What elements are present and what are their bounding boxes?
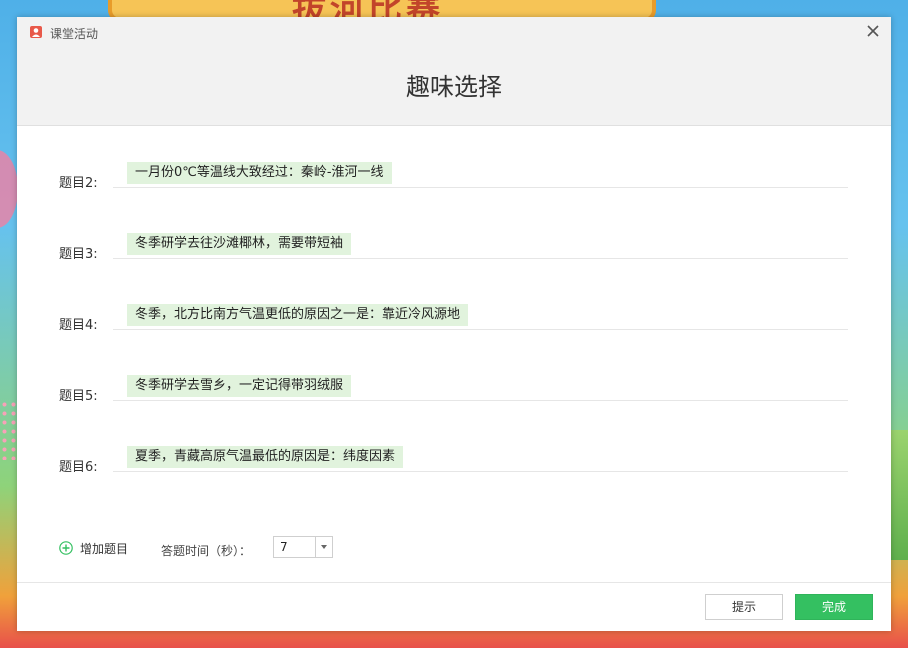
question-divider bbox=[113, 400, 848, 401]
app-title: 课堂活动 bbox=[50, 27, 99, 41]
activity-dialog: 课堂活动 趣味选择 题目1:夏季研学去漠河，必须带棉袄题目2: 一月份0℃等温线大… bbox=[17, 17, 891, 631]
dialog-header: 趣味选择 bbox=[17, 47, 891, 126]
question-divider bbox=[113, 258, 848, 259]
question-controls: 增加题目 答题时间（秒）： 7 bbox=[17, 535, 891, 561]
question-text[interactable]: 冬季研学去雪乡，一定记得带羽绒服 bbox=[127, 375, 352, 397]
question-label: 题目2: bbox=[59, 176, 98, 191]
answer-time-label: 答题时间（秒）： bbox=[161, 544, 252, 558]
question-label: 题目4: bbox=[59, 318, 98, 333]
question-text[interactable]: 一月份0℃等温线大致经过：秦岭-淮河一线 bbox=[127, 162, 392, 184]
question-divider bbox=[113, 329, 848, 330]
answer-time-select[interactable]: 7 bbox=[273, 536, 333, 558]
add-question-label: 增加题目 bbox=[80, 541, 129, 556]
background-decoration-right bbox=[890, 430, 908, 560]
hint-button[interactable]: 提示 bbox=[705, 594, 783, 620]
close-icon[interactable] bbox=[865, 23, 881, 39]
background-balloon bbox=[0, 150, 18, 228]
app-user-icon bbox=[30, 26, 42, 38]
question-label: 题目6: bbox=[59, 460, 98, 475]
plus-circle-icon bbox=[59, 541, 73, 555]
dialog-footer: 提示 完成 bbox=[17, 582, 891, 631]
question-label: 题目3: bbox=[59, 247, 98, 262]
question-text[interactable]: 冬季，北方比南方气温更低的原因之一是：靠近冷风源地 bbox=[127, 304, 469, 326]
question-row: 题目1:夏季研学去漠河，必须带棉袄 bbox=[17, 126, 891, 138]
chevron-down-icon[interactable] bbox=[315, 537, 332, 557]
page-title: 趣味选择 bbox=[406, 73, 502, 101]
question-list[interactable]: 题目1:夏季研学去漠河，必须带棉袄题目2: 一月份0℃等温线大致经过：秦岭-淮河一… bbox=[17, 126, 891, 514]
question-label: 题目5: bbox=[59, 389, 98, 404]
question-row: 题目6: 夏季，青藏高原气温最低的原因是：纬度因素 bbox=[17, 422, 891, 493]
question-text[interactable]: 夏季，青藏高原气温最低的原因是：纬度因素 bbox=[127, 446, 404, 468]
question-row: 题目5: 冬季研学去雪乡，一定记得带羽绒服 bbox=[17, 351, 891, 422]
question-row: 题目4: 冬季，北方比南方气温更低的原因之一是：靠近冷风源地 bbox=[17, 280, 891, 351]
question-row: 题目3: 冬季研学去往沙滩椰林，需要带短袖 bbox=[17, 209, 891, 280]
background-decoration bbox=[0, 400, 18, 460]
question-divider bbox=[113, 187, 848, 188]
question-row: 题目2: 一月份0℃等温线大致经过：秦岭-淮河一线 bbox=[17, 138, 891, 209]
question-divider bbox=[113, 471, 848, 472]
done-button[interactable]: 完成 bbox=[795, 594, 873, 620]
question-text[interactable]: 冬季研学去往沙滩椰林，需要带短袖 bbox=[127, 233, 352, 255]
add-question-button[interactable]: 增加题目 bbox=[59, 539, 128, 557]
answer-time-value: 7 bbox=[280, 540, 288, 554]
title-bar: 课堂活动 bbox=[17, 17, 891, 47]
